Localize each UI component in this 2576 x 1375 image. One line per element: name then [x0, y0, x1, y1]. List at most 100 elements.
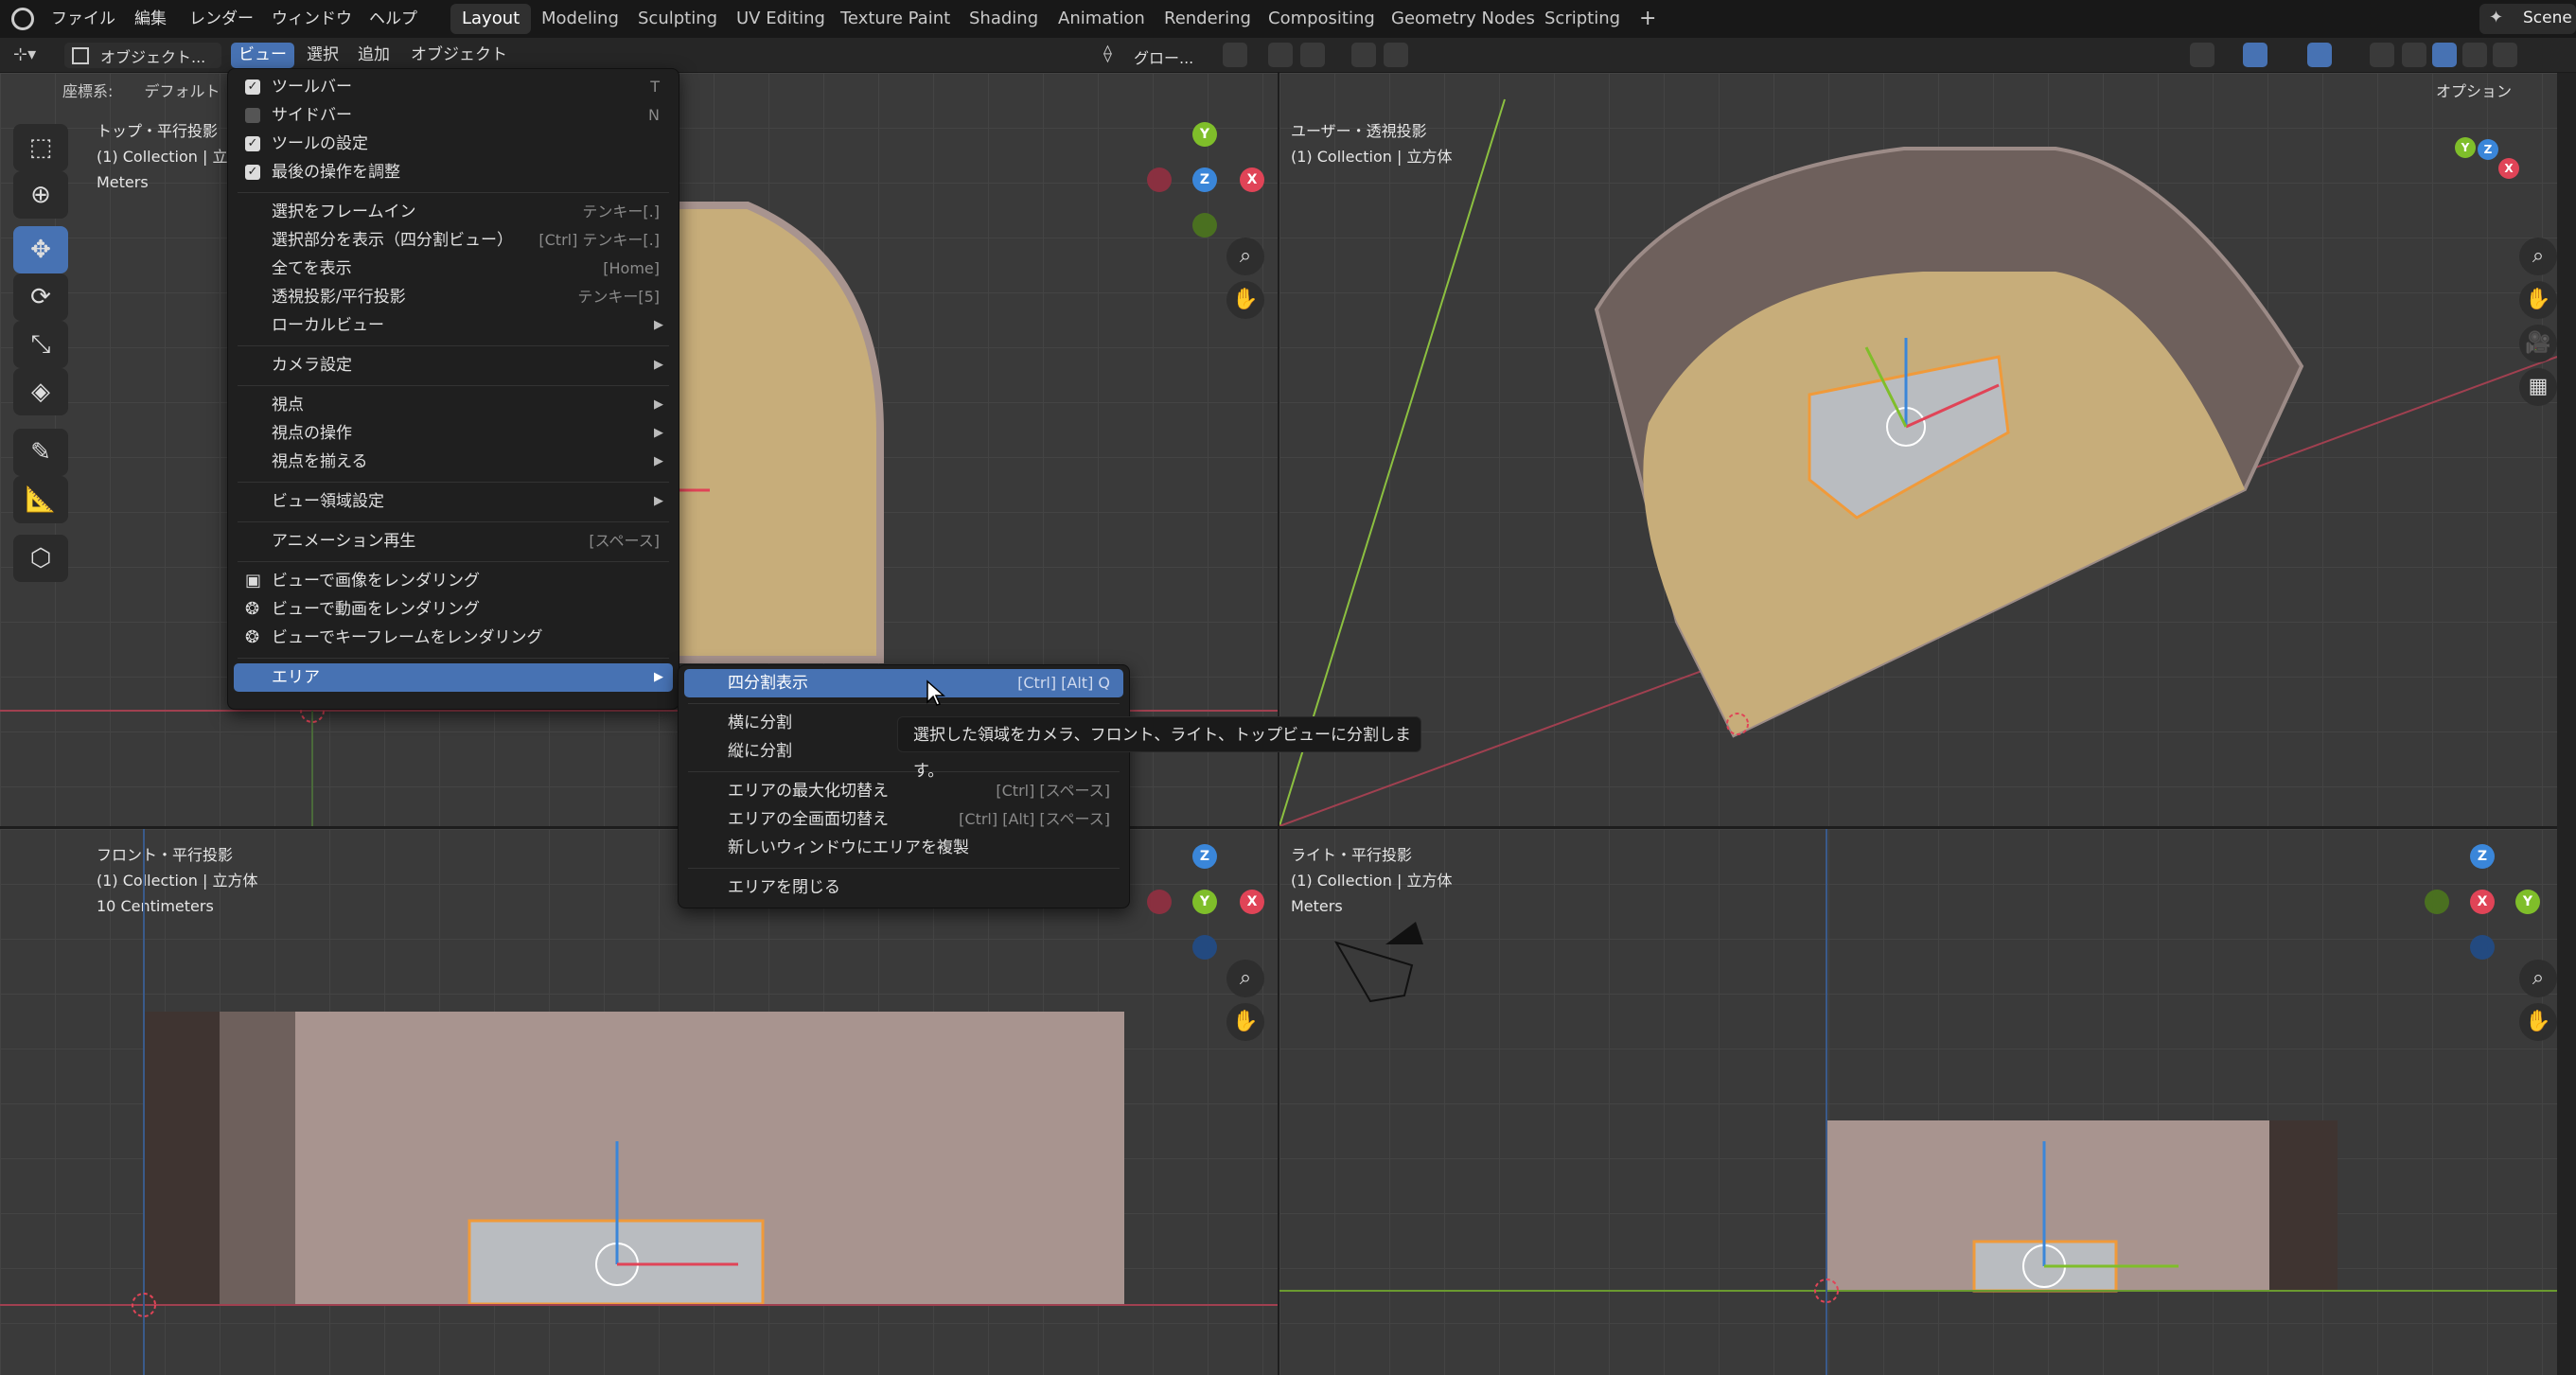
wireframe-shading-icon[interactable] — [2402, 43, 2426, 67]
tab-layout[interactable]: Layout — [450, 4, 532, 34]
rotate-tool[interactable]: ⟳ — [13, 273, 68, 321]
add-workspace-button[interactable]: + — [1628, 4, 1667, 34]
tab-modeling[interactable]: Modeling — [530, 4, 630, 34]
gizmo-z-icon[interactable]: Z — [1192, 167, 1217, 192]
zoom-icon[interactable]: ⌕ — [1226, 960, 1264, 997]
viewport-user-perspective[interactable]: ユーザー・透視投影 (1) Collection | 立方体 オプション Y Z… — [1279, 73, 2557, 826]
tab-animation[interactable]: Animation — [1047, 4, 1156, 34]
menu-item-play-animation[interactable]: アニメーション再生 [スペース] — [234, 527, 673, 555]
menu-item-render-keyframes[interactable]: ❂ ビューでキーフレームをレンダリング — [234, 624, 673, 652]
menu-item-area[interactable]: エリア ▶ — [234, 663, 673, 692]
gizmo-neg-z-icon[interactable] — [1192, 935, 1217, 960]
gizmo-neg-x-icon[interactable] — [1147, 167, 1172, 192]
tab-sculpting[interactable]: Sculpting — [626, 4, 729, 34]
gizmo-z-icon[interactable]: Z — [2470, 844, 2495, 869]
gizmo-y-icon[interactable]: Y — [2515, 890, 2540, 914]
rendered-shading-icon[interactable] — [2493, 43, 2517, 67]
gizmo-x-icon[interactable]: X — [2498, 158, 2519, 179]
gizmo-y-icon[interactable]: Y — [1192, 122, 1217, 147]
menu-file[interactable]: ファイル — [44, 5, 123, 33]
viewport-front[interactable]: フロント・平行投影 (1) Collection | 立方体 10 Centim… — [0, 829, 1278, 1375]
material-shading-icon[interactable] — [2462, 43, 2487, 67]
tab-geometry-nodes[interactable]: Geometry Nodes — [1380, 4, 1546, 34]
gizmo-x-icon[interactable]: X — [1240, 167, 1264, 192]
transform-orientation-dropdown[interactable]: ⟠ グロー... — [1100, 43, 1213, 68]
tab-compositing[interactable]: Compositing — [1257, 4, 1386, 34]
tab-texture-paint[interactable]: Texture Paint — [829, 4, 962, 34]
menu-item-toggle-maximize[interactable]: エリアの最大化切替え [Ctrl] [スペース] — [684, 777, 1123, 805]
gizmo-neg-x-icon[interactable] — [1147, 890, 1172, 914]
menu-item-close-area[interactable]: エリアを閉じる — [684, 873, 1123, 902]
menu-item-align-view[interactable]: 視点を揃える ▶ — [234, 448, 673, 476]
cursor-tool[interactable]: ⊕ — [13, 171, 68, 219]
menu-item-camera[interactable]: カメラ設定 ▶ — [234, 351, 673, 379]
pan-hand-icon[interactable]: ✋ — [2519, 1003, 2557, 1041]
tab-rendering[interactable]: Rendering — [1153, 4, 1262, 34]
gizmo-z-icon[interactable]: Z — [1192, 844, 1217, 869]
annotate-tool[interactable]: ✎ — [13, 429, 68, 476]
pan-hand-icon[interactable]: ✋ — [2519, 281, 2557, 319]
menu-item-view-regions[interactable]: ビュー領域設定 ▶ — [234, 487, 673, 516]
scale-tool[interactable]: ⤡ — [13, 321, 68, 368]
menu-item-viewpoint[interactable]: 視点 ▶ — [234, 391, 673, 419]
menu-item-adjust-last[interactable]: ✓ 最後の操作を調整 — [234, 158, 673, 186]
menu-item-view-selected-quad[interactable]: 選択部分を表示（四分割ビュー） [Ctrl] テンキー[.] — [234, 226, 673, 255]
menu-item-frame-all[interactable]: 全てを表示 [Home] — [234, 255, 673, 283]
menu-item-sidebar[interactable]: サイドバー N — [234, 101, 673, 130]
grid-ortho-icon[interactable]: ▦ — [2519, 368, 2557, 406]
tab-scripting[interactable]: Scripting — [1533, 4, 1632, 34]
proportional-edit-icon[interactable] — [1351, 43, 1376, 67]
gizmo-x-icon[interactable]: X — [2470, 890, 2495, 914]
menu-window[interactable]: ウィンドウ — [264, 5, 360, 33]
pan-hand-icon[interactable]: ✋ — [1226, 281, 1264, 319]
xray-icon[interactable] — [2370, 43, 2394, 67]
menu-item-tool-settings[interactable]: ✓ ツールの設定 — [234, 130, 673, 158]
gizmo-x-icon[interactable]: X — [1240, 890, 1264, 914]
tab-uv-editing[interactable]: UV Editing — [725, 4, 837, 34]
gizmo-toggle-icon[interactable] — [2243, 43, 2267, 67]
gizmo-neg-y-icon[interactable] — [1192, 213, 1217, 238]
pan-hand-icon[interactable]: ✋ — [1226, 1003, 1264, 1041]
blender-logo-icon[interactable] — [11, 8, 34, 30]
menu-item-toggle-quad-view[interactable]: 四分割表示 [Ctrl] [Alt] Q — [684, 669, 1123, 697]
zoom-icon[interactable]: ⌕ — [1226, 238, 1264, 275]
menu-item-render-animation[interactable]: ❂ ビューで動画をレンダリング — [234, 595, 673, 624]
falloff-icon[interactable] — [1384, 43, 1408, 67]
snap-icon[interactable] — [1268, 43, 1293, 67]
gizmo-y-icon[interactable]: Y — [1192, 890, 1217, 914]
menu-select[interactable]: 選択 — [299, 43, 346, 68]
camera-view-icon[interactable]: 🎥 — [2519, 325, 2557, 362]
gizmo-y-icon[interactable]: Y — [2455, 137, 2476, 158]
measure-tool[interactable]: 📐 — [13, 476, 68, 523]
menu-item-toggle-fullscreen[interactable]: エリアの全画面切替え [Ctrl] [Alt] [スペース] — [684, 805, 1123, 834]
select-tool[interactable]: ⬚ — [13, 124, 68, 171]
gizmo-neg-y-icon[interactable] — [2425, 890, 2449, 914]
tab-shading[interactable]: Shading — [958, 4, 1050, 34]
transform-tool[interactable]: ◈ — [13, 368, 68, 415]
overlay-toggle-icon[interactable] — [2307, 43, 2332, 67]
snap-target-icon[interactable] — [1300, 43, 1325, 67]
editor-type-icon[interactable]: ⊹▾ — [13, 43, 51, 67]
menu-view[interactable]: ビュー — [231, 43, 294, 68]
menu-help[interactable]: ヘルプ — [362, 5, 425, 33]
menu-add[interactable]: 追加 — [350, 43, 397, 68]
menu-item-local-view[interactable]: ローカルビュー ▶ — [234, 311, 673, 340]
scene-selector[interactable]: ✦ Scene — [2479, 4, 2576, 34]
viewport-right[interactable]: ライト・平行投影 (1) Collection | 立方体 Meters Z X… — [1279, 829, 2557, 1375]
menu-item-duplicate-to-window[interactable]: 新しいウィンドウにエリアを複製 — [684, 834, 1123, 862]
zoom-icon[interactable]: ⌕ — [2519, 960, 2557, 997]
zoom-icon[interactable]: ⌕ — [2519, 238, 2557, 275]
menu-item-navigation[interactable]: 視点の操作 ▶ — [234, 419, 673, 448]
menu-edit[interactable]: 編集 — [127, 5, 174, 33]
add-cube-tool[interactable]: ⬡ — [13, 535, 68, 582]
mode-selector[interactable]: オブジェクト... — [64, 43, 221, 68]
properties-strip[interactable] — [2557, 73, 2576, 1375]
menu-item-render-image[interactable]: ▣ ビューで画像をレンダリング — [234, 567, 673, 595]
menu-item-frame-selected[interactable]: 選択をフレームイン テンキー[.] — [234, 198, 673, 226]
pivot-icon[interactable] — [1223, 43, 1247, 67]
visibility-icon[interactable] — [2190, 43, 2214, 67]
solid-shading-icon[interactable] — [2432, 43, 2457, 67]
menu-item-persp-ortho[interactable]: 透視投影/平行投影 テンキー[5] — [234, 283, 673, 311]
menu-render[interactable]: レンダー — [182, 5, 261, 33]
gizmo-z-icon[interactable]: Z — [2478, 139, 2498, 160]
